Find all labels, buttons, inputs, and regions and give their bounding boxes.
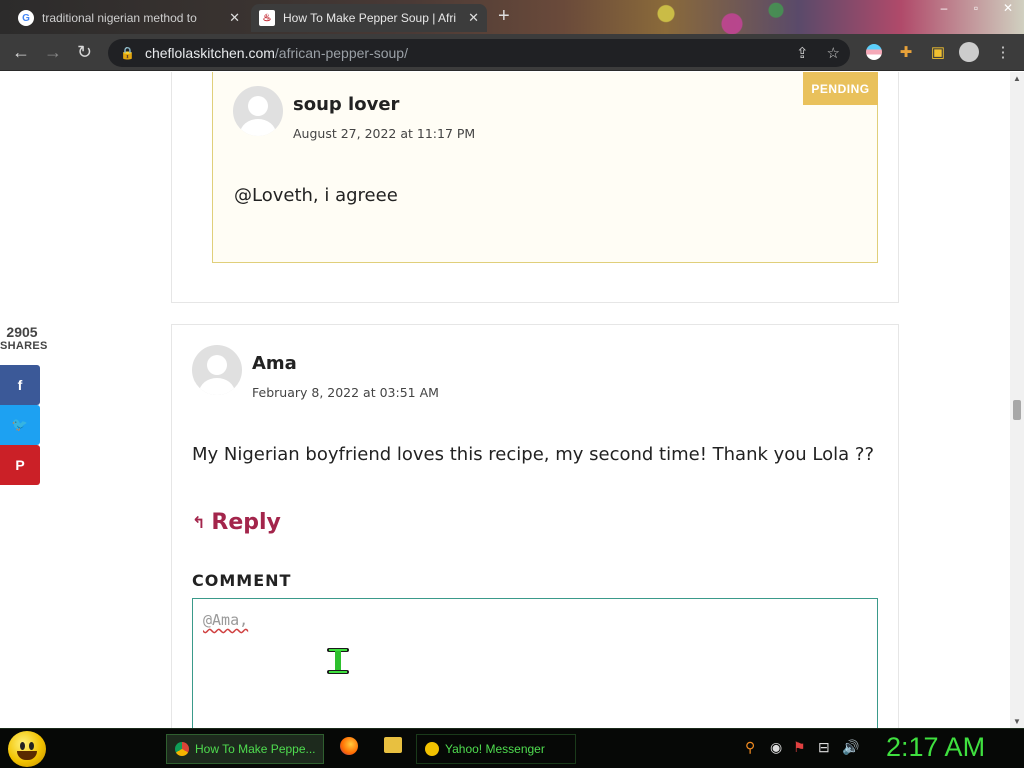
taskbar-yahoo-messenger[interactable]: Yahoo! Messenger xyxy=(416,734,576,764)
window-controls: – ▫ ✕ xyxy=(928,0,1024,18)
taskbar-chrome-window[interactable]: How To Make Peppe... xyxy=(166,734,324,764)
comment-textarea-value: @Ama, xyxy=(203,611,249,629)
comment-date[interactable]: August 27, 2022 at 11:17 PM xyxy=(293,126,475,141)
minimize-button[interactable]: – xyxy=(928,0,960,18)
firefox-icon[interactable] xyxy=(340,737,358,755)
network-icon[interactable]: ⊟ xyxy=(818,739,830,756)
new-tab-button[interactable]: + xyxy=(498,6,510,26)
volume-icon[interactable]: 🔊 xyxy=(842,739,859,756)
taskbar: How To Make Peppe... Yahoo! Messenger ⚲ … xyxy=(0,728,1024,768)
bookmark-star-icon[interactable]: ☆ xyxy=(827,44,840,62)
reply-link[interactable]: ↰ Reply xyxy=(192,510,281,535)
facebook-icon: f xyxy=(17,377,23,393)
pending-badge: PENDING xyxy=(803,72,878,105)
reply-label: Reply xyxy=(211,510,281,535)
reply-arrow-icon: ↰ xyxy=(192,513,206,532)
start-smiley-icon[interactable] xyxy=(8,731,46,767)
share-page-icon[interactable]: ⇪ xyxy=(796,44,809,62)
wallpaper-decoration xyxy=(600,0,820,34)
action-center-flag-icon[interactable]: ⚑ xyxy=(793,739,806,756)
tab-pepper-soup[interactable]: ♨ How To Make Pepper Soup | Afri ✕ xyxy=(251,4,487,32)
comment-text: @Loveth, i agreee xyxy=(234,185,398,206)
web-page: PENDING soup lover August 27, 2022 at 11… xyxy=(0,72,1010,728)
comment-form-label: COMMENT xyxy=(192,571,292,590)
address-bar[interactable]: 🔒 cheflolaskitchen.com/african-pepper-so… xyxy=(108,39,850,67)
share-count: 2905 xyxy=(6,324,38,340)
tab-title: traditional nigerian method to xyxy=(42,11,197,25)
search-icon[interactable]: ⚲ xyxy=(745,739,755,756)
task-label: Yahoo! Messenger xyxy=(445,742,545,756)
reload-icon[interactable]: ↻ xyxy=(77,42,92,62)
close-window-button[interactable]: ✕ xyxy=(992,0,1024,18)
tab-title: How To Make Pepper Soup | Afri xyxy=(283,11,456,25)
tab-strip: G traditional nigerian method to ✕ ♨ How… xyxy=(0,0,1024,34)
page-scrollbar[interactable]: ▲ ▼ xyxy=(1010,72,1024,728)
url-path: /african-pepper-soup/ xyxy=(274,45,408,61)
avatar xyxy=(233,86,283,136)
lock-icon: 🔒 xyxy=(120,46,135,60)
twitter-icon: 🐦 xyxy=(11,417,29,432)
taskbar-clock[interactable]: 2:17 AM xyxy=(886,732,985,763)
side-panel-icon[interactable]: ▣ xyxy=(927,41,949,63)
menu-dots-icon[interactable]: ⋮ xyxy=(992,41,1014,63)
folder-icon[interactable] xyxy=(384,737,402,753)
google-icon: G xyxy=(18,10,34,26)
facebook-share-button[interactable]: f xyxy=(0,365,40,405)
site-favicon-icon: ♨ xyxy=(259,10,275,26)
text-cursor-icon xyxy=(327,648,349,674)
profile-flag-icon[interactable] xyxy=(863,41,885,63)
comment-author: Ama xyxy=(252,353,297,374)
share-counter: 2905 SHARES xyxy=(0,324,48,352)
close-tab-icon[interactable]: ✕ xyxy=(229,10,240,26)
yahoo-messenger-icon xyxy=(425,742,439,756)
extensions-puzzle-icon[interactable]: ✚ xyxy=(895,41,917,63)
close-tab-icon[interactable]: ✕ xyxy=(468,10,479,26)
chrome-icon xyxy=(175,742,189,756)
comment-author: soup lover xyxy=(293,94,400,115)
share-label: SHARES xyxy=(0,340,48,352)
forward-arrow-icon[interactable]: → xyxy=(44,42,62,62)
twitter-share-button[interactable]: 🐦 xyxy=(0,405,40,445)
messenger-status-icon[interactable]: ◉ xyxy=(770,739,782,756)
task-label: How To Make Peppe... xyxy=(195,742,316,756)
scrollbar-thumb[interactable] xyxy=(1013,400,1021,420)
url-host: cheflolaskitchen.com xyxy=(144,45,275,61)
scroll-down-icon[interactable]: ▼ xyxy=(1013,717,1021,726)
tab-google-search[interactable]: G traditional nigerian method to ✕ xyxy=(10,4,248,32)
scroll-up-icon[interactable]: ▲ xyxy=(1013,74,1021,83)
profile-avatar-icon[interactable] xyxy=(958,41,980,63)
pinterest-icon: P xyxy=(15,457,25,473)
avatar xyxy=(192,345,242,395)
comment-textarea[interactable]: @Ama, xyxy=(192,598,878,728)
comment-text: My Nigerian boyfriend loves this recipe,… xyxy=(192,444,875,465)
maximize-button[interactable]: ▫ xyxy=(960,0,992,18)
pinterest-share-button[interactable]: P xyxy=(0,445,40,485)
comment-date[interactable]: February 8, 2022 at 03:51 AM xyxy=(252,385,439,400)
back-arrow-icon[interactable]: ← xyxy=(12,42,30,62)
